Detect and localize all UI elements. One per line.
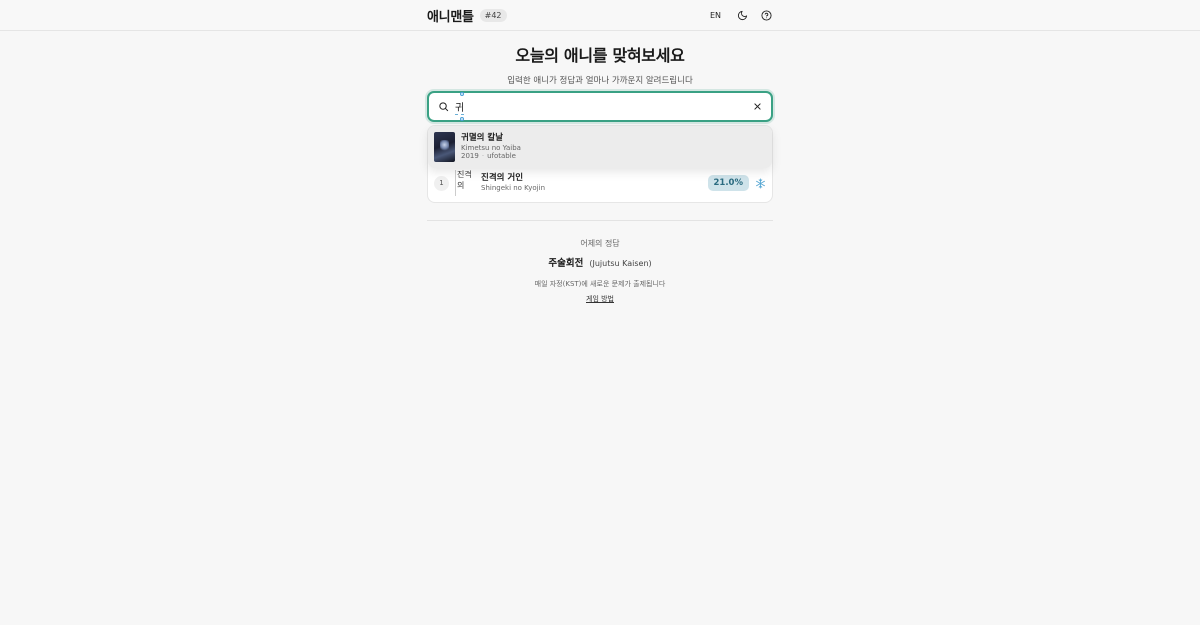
search-input[interactable]: 귀 [455,91,465,121]
guess-number: 1 [434,175,449,191]
similarity-score-badge: 21.0% [707,175,749,191]
help-circle-icon[interactable] [759,8,773,22]
header-bar: 애니맨틀 #42 EN [427,0,773,30]
guess-poster-image: 진격의 [455,170,475,196]
guess-row: 1 진격의 진격의 거인 Shingeki no Kyojin 21.0% [434,170,766,196]
header-actions: EN [706,8,773,22]
yesterday-answer: 주술회전 (Jujutsu Kaisen) [0,255,1200,269]
close-icon[interactable] [753,102,762,111]
suggestion-subtitle: Kimetsu no Yaiba [461,143,521,152]
moon-icon[interactable] [735,8,749,22]
guess-score-area: 21.0% [707,175,767,191]
language-toggle-button[interactable]: EN [706,9,725,22]
separator-dot: · [481,152,485,161]
selection-handle-bottom[interactable] [460,116,464,121]
suggestion-info: 귀멸의 칼날 Kimetsu no Yaiba 2019 · ufotable [461,133,521,161]
suggestion-poster-image [434,132,455,162]
suggestion-studio: ufotable [487,152,516,161]
guess-info: 진격의 거인 Shingeki no Kyojin [481,173,545,192]
yesterday-label: 어제의 정답 [580,239,620,248]
suggestion-title: 귀멸의 칼날 [461,132,504,143]
autocomplete-suggestion[interactable]: 귀멸의 칼날 Kimetsu no Yaiba 2019 · ufotable [428,126,772,168]
page-subtitle: 입력한 애니가 정답과 얼마나 가까운지 알려드립니다 [507,76,693,86]
yesterday-answer-section: 어제의 정답 주술회전 (Jujutsu Kaisen) 매일 자정(KST)에… [0,238,1200,304]
suggestion-meta: 2019 · ufotable [461,152,521,161]
search-input-value: 귀 [455,102,465,114]
section-divider [427,220,773,221]
search-box[interactable]: 귀 [427,91,773,122]
how-to-play-link[interactable]: 게임 방법 [0,294,1200,304]
search-icon [438,101,449,112]
hero-section: 오늘의 애니를 맞혀보세요 입력한 애니가 정답과 얼마나 가까운지 알려드립니… [0,42,1200,86]
page-title: 오늘의 애니를 맞혀보세요 [515,46,685,65]
guess-subtitle: Shingeki no Kyojin [481,183,546,192]
yesterday-answer-korean: 주술회전 [548,258,584,269]
yesterday-answer-english: (Jujutsu Kaisen) [589,259,652,268]
guess-title: 진격의 거인 [481,173,524,184]
snowflake-icon [755,178,766,189]
app-logo[interactable]: 애니맨틀 [427,6,474,25]
suggestion-year: 2019 [461,152,479,161]
top-header: 애니맨틀 #42 EN [0,0,1200,31]
daily-reset-note: 매일 자정(KST)에 새로운 문제가 출제됩니다 [534,280,666,288]
selection-handle-top[interactable] [460,91,464,96]
round-badge: #42 [479,8,507,22]
